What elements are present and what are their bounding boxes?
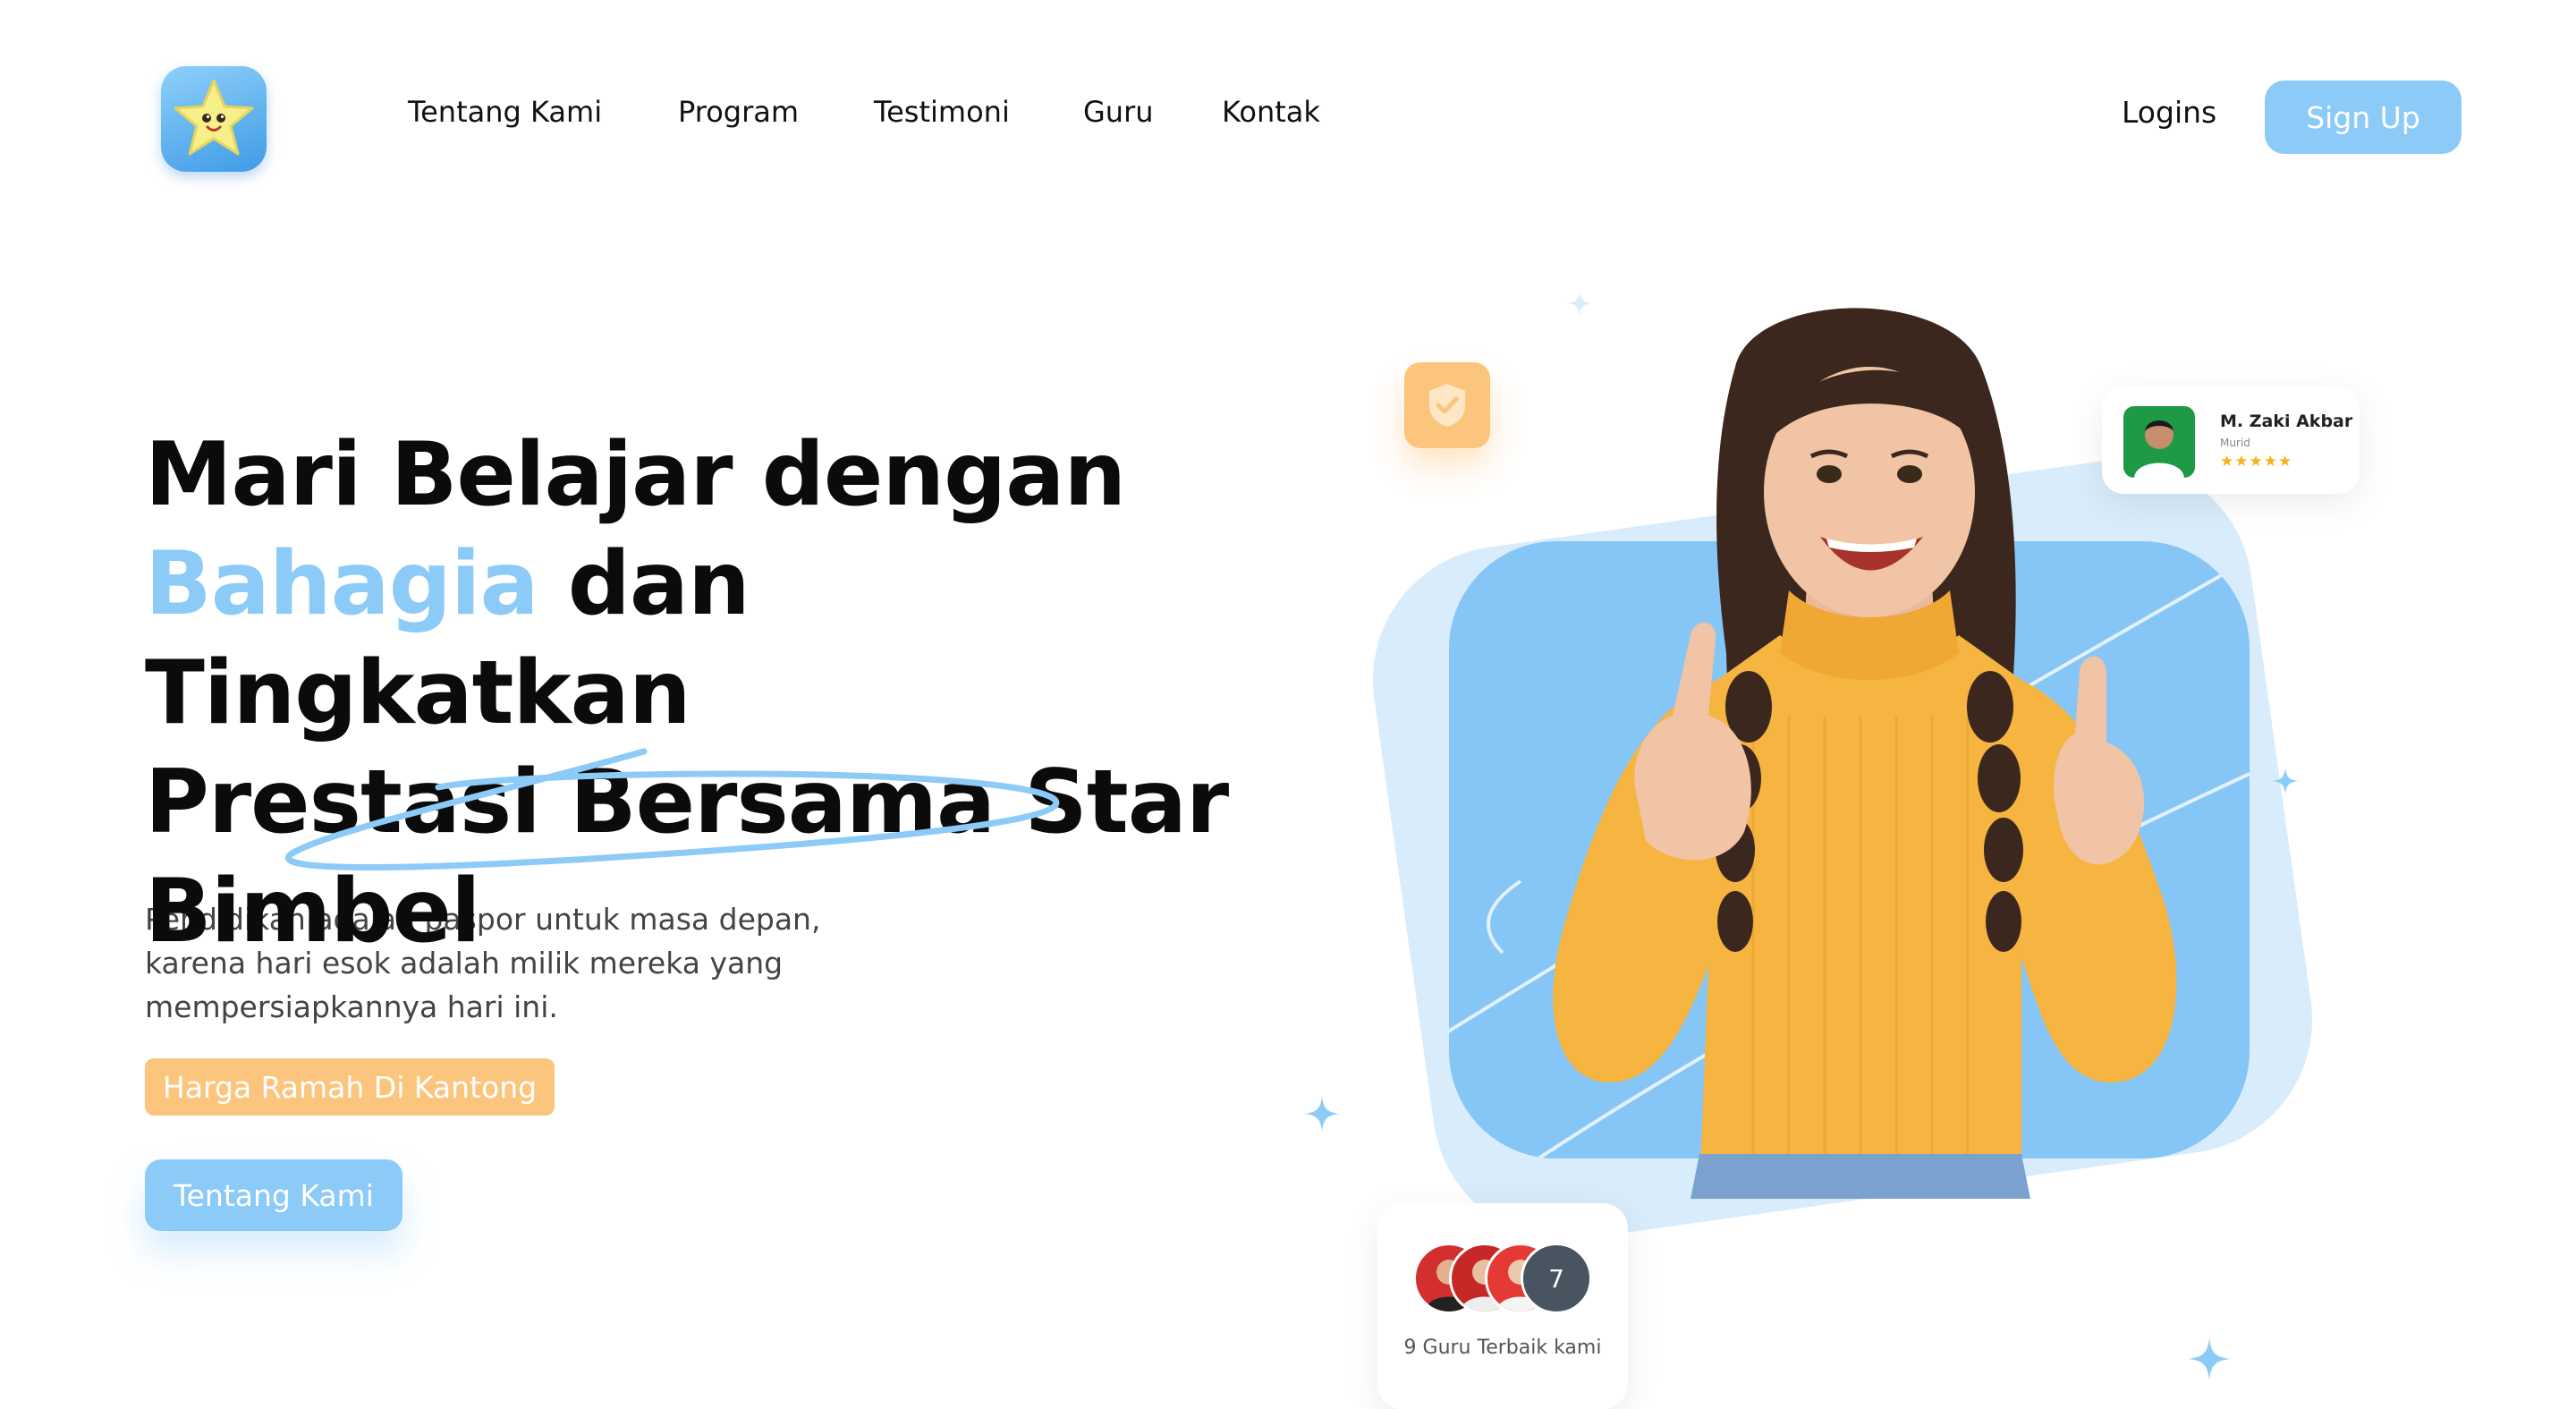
nav-link-kontak[interactable]: Kontak [1222,95,1320,129]
sparkle-icon [1304,1096,1340,1132]
signup-button[interactable]: Sign Up [2265,81,2462,154]
student-avatar-image [2134,420,2184,478]
teacher-count-card: 7 9 Guru Terbaik kami [1377,1203,1628,1409]
headline-line-4: Bimbel [145,861,481,963]
student-name: M. Zaki Akbar [2220,412,2353,431]
rating-stars-icon: ★★★★★ [2220,453,2293,471]
headline-accent: Bahagia [145,533,539,635]
shield-card [1404,362,1490,448]
sparkle-icon [1567,291,1592,316]
price-badge: Harga Ramah Di Kantong [145,1058,555,1116]
student-review-card: M. Zaki Akbar Murid ★★★★★ [2102,386,2360,494]
hero-headline: Mari Belajar dengan Bahagia dan Tingkatka… [145,420,1308,966]
headline-line-3: Prestasi Bersama Star [145,751,1229,853]
login-link[interactable]: Logins [2122,95,2216,130]
nav-link-program[interactable]: Program [678,95,799,129]
teacher-count-label: 9 Guru Terbaik kami [1403,1337,1602,1359]
about-us-button[interactable]: Tentang Kami [145,1159,402,1231]
shield-check-icon [1429,384,1465,427]
sparkle-icon [2272,768,2299,794]
teacher-avatar-group: 7 [1413,1243,1601,1314]
student-avatar [2123,406,2195,478]
sparkle-icon [2188,1337,2231,1380]
teacher-count-badge: 7 [1521,1243,1592,1314]
student-role: Murid [2220,437,2250,449]
nav-link-guru[interactable]: Guru [1083,95,1154,129]
headline-line-1: Mari Belajar dengan [145,424,1126,526]
nav-link-tentang-kami[interactable]: Tentang Kami [408,95,602,129]
nav-link-testimoni[interactable]: Testimoni [874,95,1010,129]
